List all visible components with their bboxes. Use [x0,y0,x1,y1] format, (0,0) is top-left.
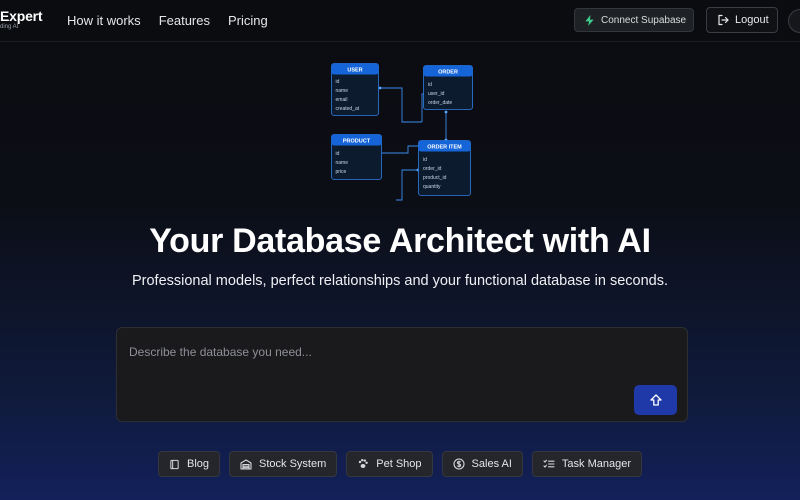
example-chip-label: Task Manager [561,458,631,470]
table-user: USER id name email created_at [331,63,379,116]
brand-logo[interactable]: Expert ding AI [0,8,43,30]
table-field: price [336,169,347,175]
er-diagram: USER id name email created_at ORDER id u… [320,60,490,215]
table-field: order_date [428,100,452,106]
send-button[interactable] [634,385,677,415]
warehouse-icon [240,458,252,470]
dollar-icon [452,458,465,470]
example-chip-label: Sales AI [471,458,512,470]
top-nav: Expert ding AI How it works Features Pri… [0,0,800,42]
example-chip-blog[interactable]: Blog [158,451,221,477]
table-product: PRODUCT id name price [331,134,382,180]
example-chip-stock-system[interactable]: Stock System [229,451,338,477]
book-icon [170,459,179,469]
connect-supabase-button[interactable]: Connect Supabase [574,8,694,32]
checklist-icon [543,459,555,468]
connect-supabase-label: Connect Supabase [601,14,687,26]
avatar[interactable] [788,9,800,33]
logout-icon [718,14,729,26]
table-field: name [336,160,349,166]
table-field: id [428,82,432,88]
example-chip-pet-shop[interactable]: Pet Shop [346,451,433,477]
nav-link-pricing[interactable]: Pricing [228,13,268,28]
table-title: PRODUCT [343,139,371,145]
table-field: id [336,79,340,85]
table-field: id [423,157,427,163]
example-chip-label: Pet Shop [376,458,422,470]
hero-title: Your Database Architect with AI [149,222,651,260]
example-chips: Blog Stock System Pet Shop Sales AI Task… [0,451,800,477]
table-title: ORDER [438,70,458,76]
table-title: USER [347,68,362,74]
paw-icon [359,459,369,468]
table-field: id [336,151,340,157]
brand-title: Expert [0,8,43,24]
table-field: created_at [336,106,360,112]
nav-links: How it works Features Pricing [67,13,268,28]
logout-label: Logout [735,14,769,26]
hero-subtitle: Professional models, perfect relationshi… [131,273,668,289]
table-field: user_id [428,91,445,97]
table-order-item: ORDER ITEM id order_id product_id quanti… [418,140,471,196]
nav-link-how-it-works[interactable]: How it works [67,13,141,28]
table-field: email [336,97,348,103]
example-chip-task-manager[interactable]: Task Manager [531,451,642,477]
table-field: name [336,88,349,94]
er-diagram-graphic: USER id name email created_at ORDER id u… [331,63,473,201]
table-field: product_id [423,175,447,181]
table-title: ORDER ITEM [427,145,462,151]
table-field: order_id [423,166,442,172]
example-chip-sales-ai[interactable]: Sales AI [441,451,523,477]
example-chip-label: Stock System [259,458,327,470]
arrow-up-icon [649,394,662,406]
table-field: quantity [423,184,441,190]
brand-subtitle: ding AI [0,24,19,30]
table-order: ORDER id user_id order_date [423,65,473,110]
logout-button[interactable]: Logout [706,7,778,33]
nav-link-features[interactable]: Features [159,13,210,28]
example-chip-label: Blog [187,458,210,470]
database-description-input[interactable] [129,342,629,362]
prompt-box [116,327,688,422]
bolt-icon [585,14,594,26]
